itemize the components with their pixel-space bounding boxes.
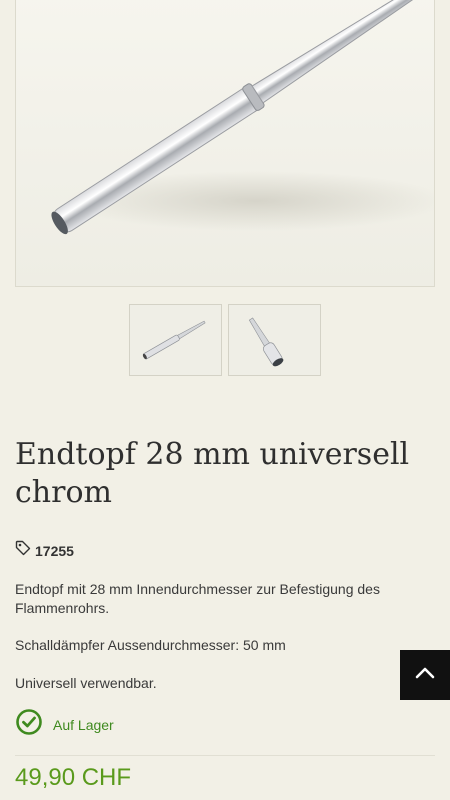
- thumbnail-2[interactable]: [228, 304, 321, 376]
- product-price: 49,90 CHF: [15, 764, 132, 791]
- stock-status: Auf Lager: [15, 708, 114, 741]
- exhaust-pipe-illustration: [51, 0, 434, 235]
- thumbnail-strip: [129, 304, 321, 376]
- stock-label: Auf Lager: [53, 716, 114, 733]
- thumbnail-1[interactable]: [129, 304, 222, 376]
- description-line-3: Universell verwendbar.: [15, 675, 157, 691]
- product-main-image[interactable]: [15, 0, 435, 287]
- scroll-to-top-button[interactable]: [400, 650, 450, 700]
- product-title: Endtopf 28 mm universell chrom: [15, 437, 410, 510]
- chevron-up-icon: [415, 666, 435, 685]
- description-line-1: Endtopf mit 28 mm Innendurchmesser zur B…: [15, 581, 380, 616]
- check-circle-icon: [15, 708, 43, 741]
- tag-icon: [15, 540, 31, 561]
- description-line-2: Schalldämpfer Aussendurchmesser: 50 mm: [15, 637, 286, 653]
- product-sku: 17255: [15, 540, 74, 561]
- sku-value: 17255: [35, 542, 74, 559]
- divider: [15, 755, 435, 756]
